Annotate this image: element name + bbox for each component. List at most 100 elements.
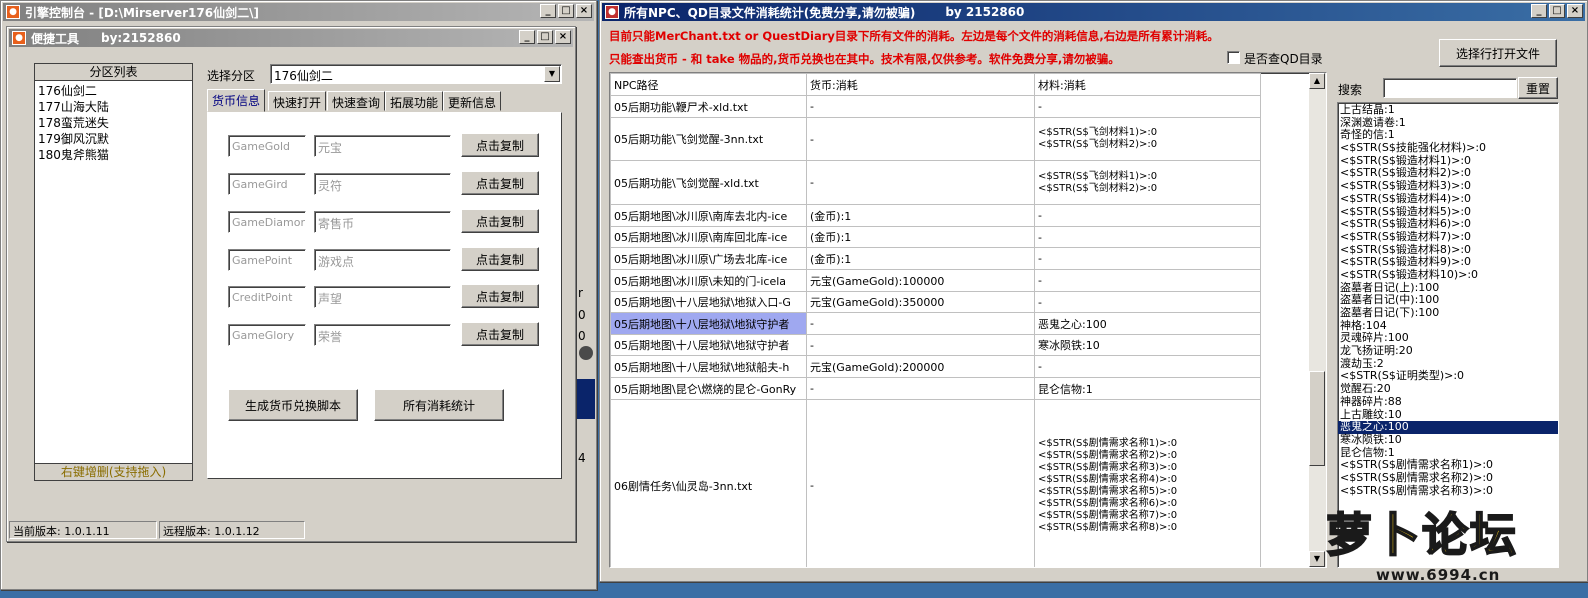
- chevron-down-icon[interactable]: ▼: [544, 66, 560, 82]
- materials-cell[interactable]: 寒冰陨铁:10: [1034, 334, 1261, 356]
- table-row-selected[interactable]: 05后期地图\十八层地狱\地狱守护者 - 恶鬼之心:100: [610, 312, 1261, 335]
- close-button[interactable]: ×: [1567, 4, 1583, 18]
- table-row[interactable]: 06剧情任务\仙灵岛-3nn.txt - <$STR(S$剧情需求名称1)>:0…: [610, 399, 1261, 567]
- currency-name-field[interactable]: 元宝: [314, 135, 451, 157]
- currency-cell[interactable]: 元宝(GameGold):200000: [806, 355, 1035, 378]
- currency-cell[interactable]: (金币):1: [806, 247, 1035, 270]
- materials-cell[interactable]: -: [1034, 204, 1261, 227]
- copy-button[interactable]: 点击复制: [461, 322, 539, 346]
- currency-code-field[interactable]: GamePoint: [228, 249, 306, 271]
- generate-script-button[interactable]: 生成货币兑换脚本: [228, 389, 358, 421]
- list-item[interactable]: <$STR(S$锻造材料4)>:0: [1338, 192, 1558, 206]
- list-item[interactable]: <$STR(S$剧情需求名称3)>:0: [1338, 484, 1558, 498]
- list-item[interactable]: 179御风沉默: [35, 131, 192, 147]
- currency-cell[interactable]: -: [806, 399, 1035, 567]
- tab-quick-query[interactable]: 快速查询: [327, 91, 386, 111]
- list-item[interactable]: 盗墓者日记(下):100: [1338, 306, 1558, 320]
- tool-titlebar[interactable]: ● 便捷工具 by:2152860 _ □ ×: [9, 29, 573, 47]
- currency-cell[interactable]: -: [806, 160, 1035, 205]
- currency-code-field[interactable]: GameDiamond: [228, 211, 306, 233]
- currency-cell[interactable]: (金币):1: [806, 204, 1035, 227]
- currency-name-field[interactable]: 荣誉: [314, 324, 451, 346]
- table-scrollbar[interactable]: ▲ ▼: [1309, 73, 1326, 567]
- list-item[interactable]: <$STR(S$锻造材料7)>:0: [1338, 230, 1558, 244]
- copy-button[interactable]: 点击复制: [461, 171, 539, 195]
- tab-quick-open[interactable]: 快速打开: [268, 91, 327, 111]
- materials-cell[interactable]: <$STR(S$剧情需求名称1)>:0 <$STR(S$剧情需求名称2)>:0 …: [1034, 399, 1261, 567]
- currency-name-field[interactable]: 寄售币: [314, 211, 451, 233]
- path-cell[interactable]: 05后期地图\冰川原\广场去北库-ice: [610, 247, 807, 270]
- all-stats-button[interactable]: 所有消耗统计: [374, 389, 504, 421]
- reset-button[interactable]: 重置: [1518, 77, 1558, 99]
- copy-button[interactable]: 点击复制: [461, 284, 539, 308]
- currency-name-field[interactable]: 声望: [314, 286, 451, 308]
- stats-titlebar[interactable]: ● 所有NPC、QD目录文件消耗统计(免费分享,请勿被骗) by 2152860…: [602, 3, 1585, 21]
- totals-list[interactable]: 上古结晶:1 深渊邀请卷:1 奇怪的信:1 <$STR(S$技能强化材料)>:0…: [1338, 103, 1558, 497]
- path-cell[interactable]: 05后期地图\冰川原\南库回北库-ice: [610, 226, 807, 248]
- zone-list[interactable]: 176仙剑二 177山海大陆 178蛮荒迷失 179御风沉默 180鬼斧熊猫: [35, 81, 192, 163]
- currency-cell[interactable]: -: [806, 117, 1035, 161]
- copy-button[interactable]: 点击复制: [461, 133, 539, 157]
- column-header[interactable]: 货币:消耗: [806, 73, 1035, 96]
- zone-select[interactable]: 176仙剑二 ▼: [270, 64, 562, 84]
- tab-extensions[interactable]: 拓展功能: [385, 91, 444, 111]
- currency-cell[interactable]: (金币):1: [806, 226, 1035, 248]
- path-cell[interactable]: 05后期地图\冰川原\未知的门-icela: [610, 269, 807, 292]
- maximize-button[interactable]: □: [1549, 4, 1565, 18]
- path-cell[interactable]: 05后期地图\冰川原\南库去北内-ice: [610, 204, 807, 227]
- maximize-button[interactable]: □: [537, 30, 553, 44]
- list-item[interactable]: 177山海大陆: [35, 99, 192, 115]
- list-item[interactable]: 神器碎片:88: [1338, 395, 1558, 409]
- column-header[interactable]: NPC路径: [610, 73, 807, 96]
- minimize-button[interactable]: _: [1531, 4, 1547, 18]
- minimize-button[interactable]: _: [540, 4, 556, 18]
- currency-cell[interactable]: -: [806, 312, 1035, 335]
- table-row[interactable]: 05后期地图\昆仑\燃烧的昆仑-GonRy - 昆仑信物:1: [610, 377, 1261, 400]
- table-row[interactable]: 05后期地图\冰川原\南库回北库-ice (金币):1 -: [610, 226, 1261, 248]
- materials-cell[interactable]: -: [1034, 355, 1261, 378]
- currency-code-field[interactable]: CreditPoint: [228, 286, 306, 308]
- table-row[interactable]: 05后期功能\飞剑觉醒-xld.txt - <$STR(S$飞剑材料1)>:0 …: [610, 160, 1261, 205]
- currency-cell[interactable]: 元宝(GameGold):350000: [806, 291, 1035, 313]
- maximize-button[interactable]: □: [558, 4, 574, 18]
- list-item[interactable]: <$STR(S$锻造材料3)>:0: [1338, 179, 1558, 193]
- path-cell[interactable]: 05后期地图\十八层地狱\地狱守护者: [610, 312, 807, 335]
- materials-cell[interactable]: -: [1034, 95, 1261, 118]
- qd-checkbox[interactable]: [1227, 51, 1240, 64]
- list-item[interactable]: <$STR(S$技能强化材料)>:0: [1338, 141, 1558, 155]
- materials-cell[interactable]: -: [1034, 291, 1261, 313]
- list-item[interactable]: <$STR(S$剧情需求名称2)>:0: [1338, 471, 1558, 485]
- close-button[interactable]: ×: [576, 4, 592, 18]
- path-cell[interactable]: 05后期地图\十八层地狱\地狱入口-G: [610, 291, 807, 313]
- currency-name-field[interactable]: 游戏点: [314, 249, 451, 271]
- materials-cell[interactable]: 恶鬼之心:100: [1034, 312, 1261, 335]
- copy-button[interactable]: 点击复制: [461, 209, 539, 233]
- currency-cell[interactable]: 元宝(GameGold):100000: [806, 269, 1035, 292]
- path-cell[interactable]: 05后期地图\十八层地狱\地狱船夫-h: [610, 355, 807, 378]
- list-item-selected[interactable]: 恶鬼之心:100: [1338, 420, 1558, 434]
- materials-cell[interactable]: 昆仑信物:1: [1034, 377, 1261, 400]
- minimize-button[interactable]: _: [519, 30, 535, 44]
- materials-cell[interactable]: -: [1034, 226, 1261, 248]
- materials-cell[interactable]: -: [1034, 247, 1261, 270]
- console-titlebar[interactable]: ● 引擎控制台 - [D:\Mirserver176仙剑二\] _ □ ×: [3, 3, 594, 21]
- open-file-button[interactable]: 选择行打开文件: [1439, 39, 1557, 67]
- table-row[interactable]: 05后期功能\鞭尸术-xld.txt - -: [610, 95, 1261, 118]
- materials-cell[interactable]: <$STR(S$飞剑材料1)>:0 <$STR(S$飞剑材料2)>:0: [1034, 160, 1261, 205]
- table-row[interactable]: 05后期地图\十八层地狱\地狱守护者 - 寒冰陨铁:10: [610, 334, 1261, 356]
- close-button[interactable]: ×: [555, 30, 571, 44]
- copy-button[interactable]: 点击复制: [461, 247, 539, 271]
- table-row[interactable]: 05后期地图\冰川原\南库去北内-ice (金币):1 -: [610, 204, 1261, 227]
- list-item[interactable]: 176仙剑二: [35, 83, 192, 99]
- path-cell[interactable]: 06剧情任务\仙灵岛-3nn.txt: [610, 399, 807, 567]
- list-item[interactable]: 龙飞扬证明:20: [1338, 344, 1558, 358]
- currency-code-field[interactable]: GameGlory: [228, 324, 306, 346]
- path-cell[interactable]: 05后期地图\昆仑\燃烧的昆仑-GonRy: [610, 377, 807, 400]
- path-cell[interactable]: 05后期地图\十八层地狱\地狱守护者: [610, 334, 807, 356]
- list-item[interactable]: 178蛮荒迷失: [35, 115, 192, 131]
- table-row[interactable]: 05后期地图\冰川原\未知的门-icela 元宝(GameGold):10000…: [610, 269, 1261, 292]
- currency-name-field[interactable]: 灵符: [314, 173, 451, 195]
- currency-code-field[interactable]: GameGird: [228, 173, 306, 195]
- scroll-up-icon[interactable]: ▲: [1309, 73, 1325, 89]
- table-row[interactable]: 05后期地图\冰川原\广场去北库-ice (金币):1 -: [610, 247, 1261, 270]
